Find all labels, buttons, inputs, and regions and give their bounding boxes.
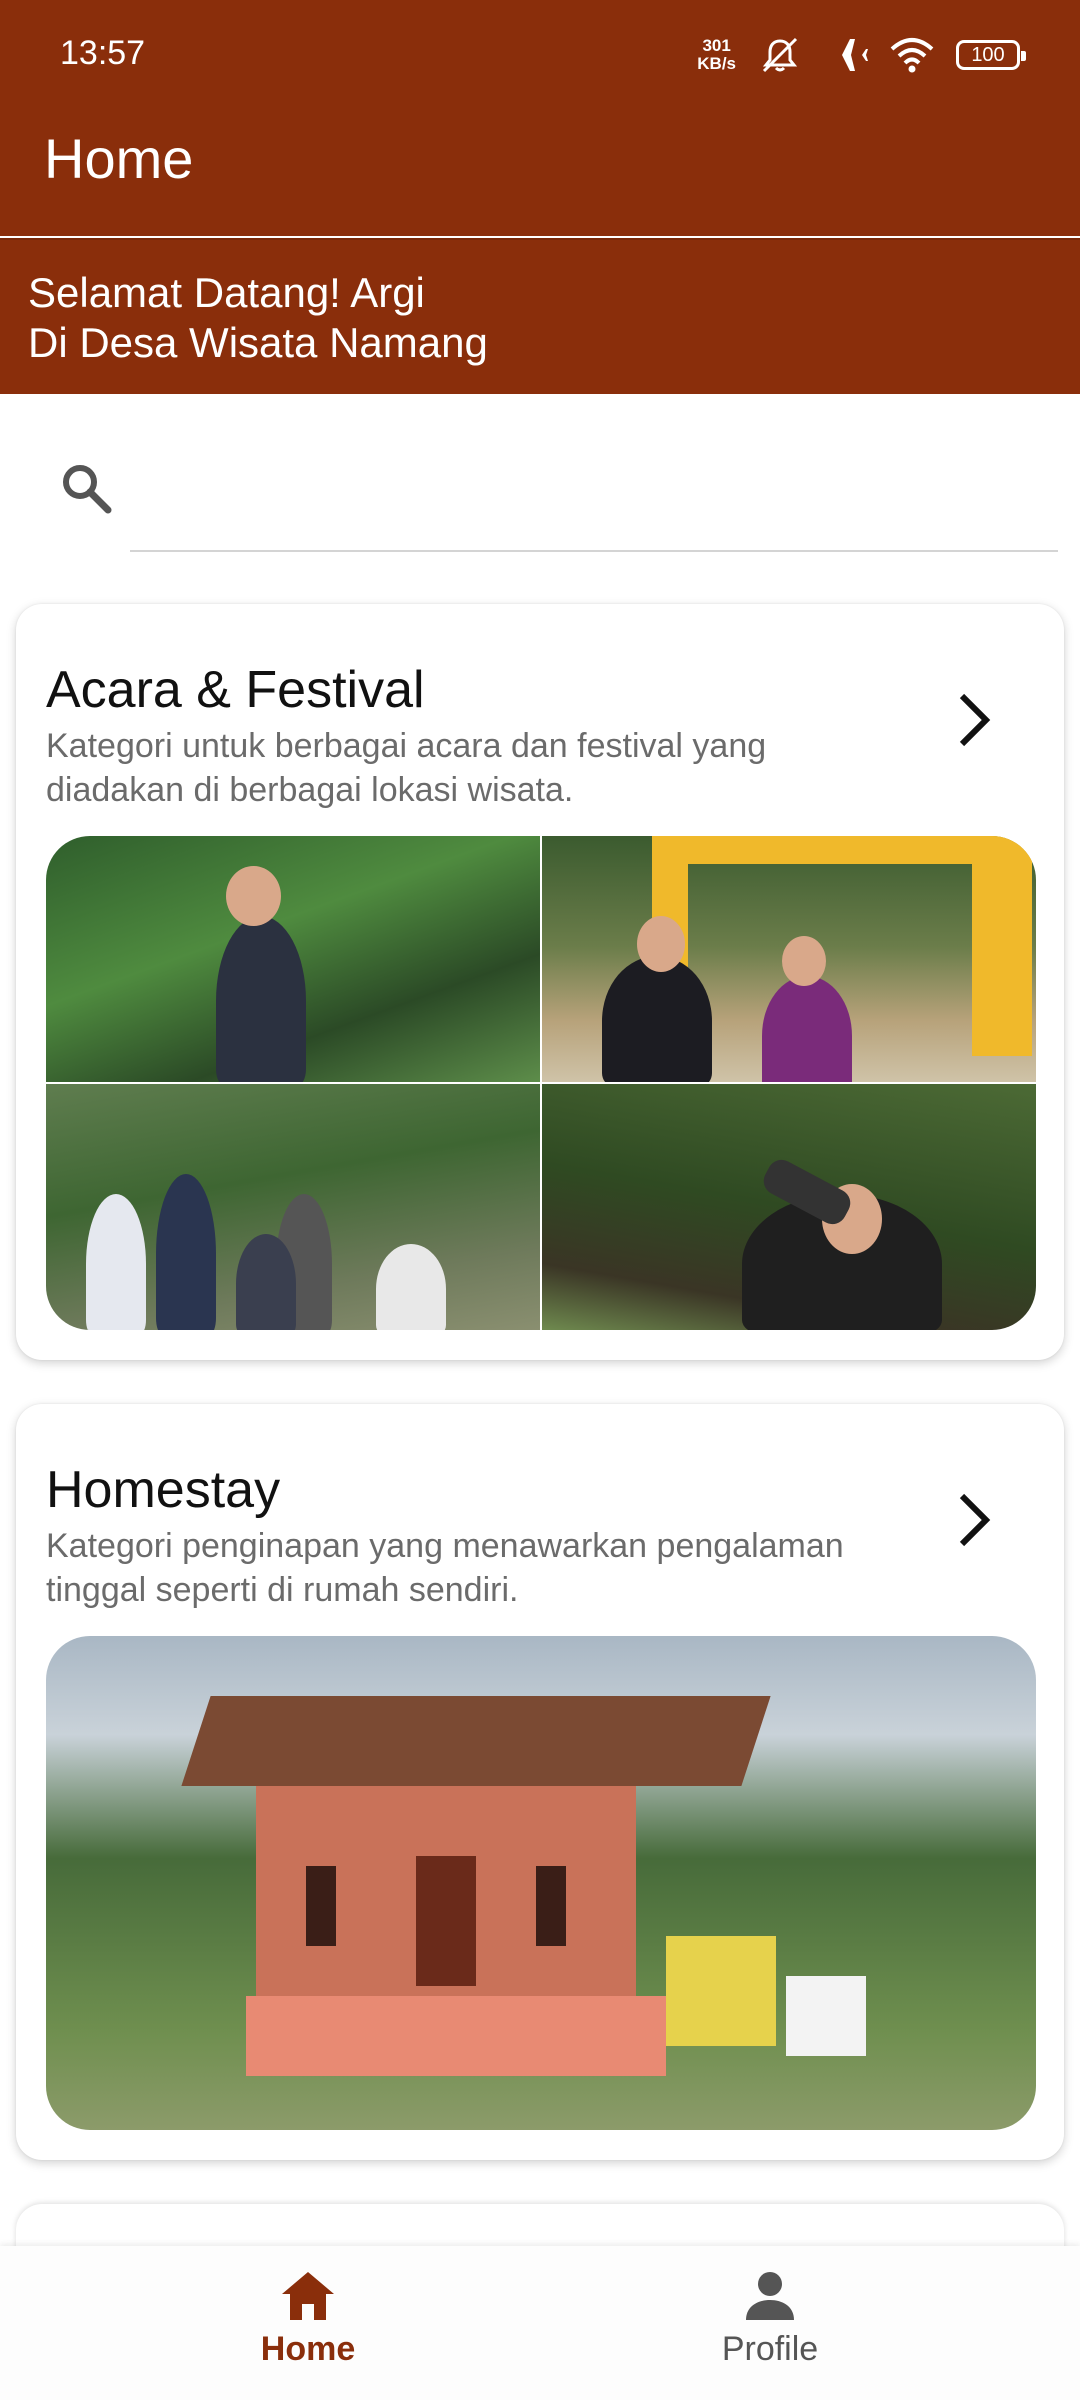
status-icons: 301 KB/s 100 xyxy=(697,30,1026,80)
chevron-right-icon[interactable] xyxy=(954,1490,994,1550)
nav-home[interactable]: Home xyxy=(158,2268,458,2388)
network-speed: 301 KB/s xyxy=(697,36,736,73)
battery-icon: 100 xyxy=(956,40,1026,70)
category-card-homestay[interactable]: Homestay Kategori penginapan yang menawa… xyxy=(16,1404,1064,2160)
airplane-icon xyxy=(826,39,868,71)
collage-photo-3 xyxy=(46,1084,540,1330)
card-title: Homestay xyxy=(46,1461,281,1519)
collage-photo-1 xyxy=(46,836,540,1082)
nav-home-label: Home xyxy=(260,2330,356,2368)
card-description: Kategori penginapan yang menawarkan peng… xyxy=(46,1527,844,1609)
app-bar: 13:57 301 KB/s 100 Home xyxy=(0,0,1080,236)
wifi-icon xyxy=(890,38,934,73)
search-input[interactable] xyxy=(130,460,1058,552)
card-description: Kategori untuk berbagai acara dan festiv… xyxy=(46,727,767,809)
category-card-acara-festival[interactable]: Acara & Festival Kategori untuk berbagai… xyxy=(16,604,1064,1360)
mute-icon xyxy=(762,37,798,73)
nav-profile-label: Profile xyxy=(721,2330,819,2368)
nav-profile[interactable]: Profile xyxy=(620,2268,920,2388)
welcome-banner: Selamat Datang! Argi Di Desa Wisata Nama… xyxy=(0,238,1080,394)
chevron-right-icon[interactable] xyxy=(954,690,994,750)
status-time: 13:57 xyxy=(60,34,146,72)
collage-photo-2 xyxy=(542,836,1036,1082)
collage-photo-4 xyxy=(542,1084,1036,1330)
bottom-navigation: Home Profile xyxy=(0,2246,1080,2400)
homestay-photo xyxy=(46,1636,1036,2130)
card-title: Acara & Festival xyxy=(46,661,425,719)
home-icon xyxy=(282,2272,334,2320)
page-title: Home xyxy=(44,127,194,190)
person-icon xyxy=(746,2272,794,2320)
card-image-collage xyxy=(46,836,1036,1330)
welcome-line-1: Selamat Datang! Argi xyxy=(28,269,425,316)
search-icon[interactable] xyxy=(56,458,116,518)
welcome-line-2: Di Desa Wisata Namang xyxy=(28,319,488,366)
